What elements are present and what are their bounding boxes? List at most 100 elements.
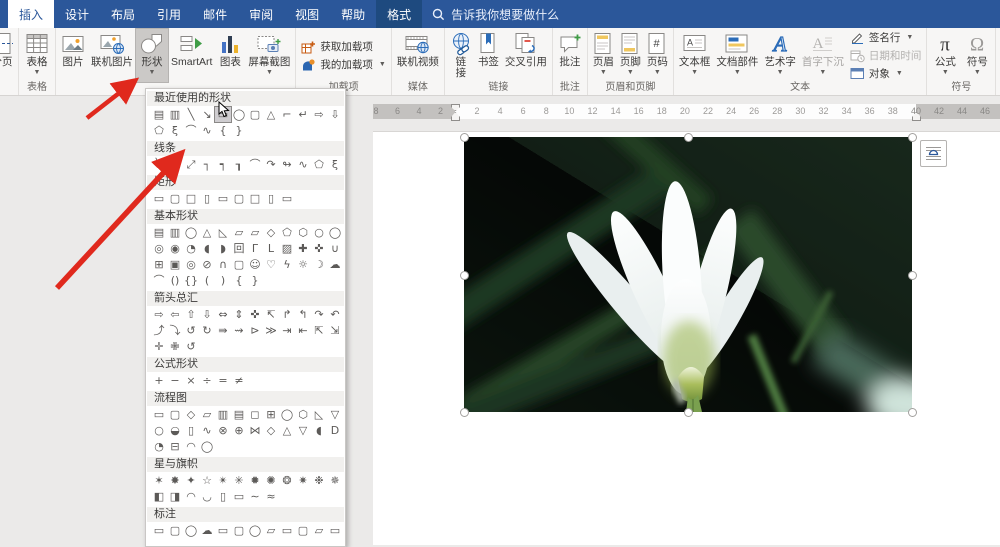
shape-item[interactable]: ϟ: [279, 257, 295, 272]
shape-item[interactable]: ⇦: [167, 307, 183, 322]
页码-button[interactable]: #页码▼: [644, 29, 671, 82]
shape-item[interactable]: Γ: [247, 241, 263, 256]
shape-item[interactable]: {}: [183, 273, 199, 288]
shape-item[interactable]: ▽: [295, 423, 311, 438]
shape-item[interactable]: ▯: [263, 191, 279, 206]
shape-item[interactable]: ☽: [311, 257, 327, 272]
shape-item[interactable]: ∿: [295, 157, 311, 172]
shape-item[interactable]: ⋈: [247, 423, 263, 438]
艺术字-button[interactable]: A艺术字▼: [761, 29, 799, 82]
shape-item[interactable]: ⬠: [311, 157, 327, 172]
shape-item[interactable]: ✴: [215, 473, 231, 488]
shape-item[interactable]: ◯: [279, 407, 295, 422]
tab-插入[interactable]: 插入: [8, 0, 54, 28]
shape-item[interactable]: ×: [183, 373, 199, 388]
shape-item[interactable]: ╲: [183, 107, 199, 122]
shape-item[interactable]: ○: [311, 225, 327, 240]
layout-options-button[interactable]: [920, 140, 947, 167]
shape-item[interactable]: ☁: [199, 523, 215, 538]
shape-item[interactable]: ↺: [183, 323, 199, 338]
shape-item[interactable]: L: [263, 241, 279, 256]
shape-item[interactable]: ▱: [199, 407, 215, 422]
shape-item[interactable]: ❂: [279, 473, 295, 488]
image-resize-handle[interactable]: [908, 271, 917, 280]
shape-item[interactable]: ◯: [231, 107, 247, 122]
我的加载项-button[interactable]: 我的加载项▼: [301, 57, 385, 72]
链接-button[interactable]: 链接: [447, 29, 475, 82]
shape-item[interactable]: ▤: [151, 225, 167, 240]
shape-item[interactable]: ↷: [311, 307, 327, 322]
shape-item[interactable]: ⤴: [151, 323, 167, 338]
shape-item[interactable]: −: [167, 373, 183, 388]
shape-item[interactable]: ▽: [327, 407, 343, 422]
shape-item[interactable]: ◯: [247, 523, 263, 538]
shape-item[interactable]: ◗: [215, 241, 231, 256]
shape-item[interactable]: ∿: [199, 123, 215, 138]
日期和时间-button[interactable]: 日期和时间: [850, 48, 922, 63]
shape-item[interactable]: ▨: [279, 241, 295, 256]
shape-item[interactable]: ⬡: [295, 407, 311, 422]
shape-item[interactable]: ◨: [167, 489, 183, 504]
shape-item[interactable]: ✷: [295, 473, 311, 488]
shape-item[interactable]: ≫: [263, 323, 279, 338]
shape-item[interactable]: ▯: [183, 423, 199, 438]
shape-item[interactable]: ∿: [199, 423, 215, 438]
shape-item[interactable]: ▯: [199, 191, 215, 206]
shape-item[interactable]: D: [327, 423, 343, 438]
shape-item[interactable]: ◠: [183, 439, 199, 454]
shape-item[interactable]: ▭: [151, 407, 167, 422]
shape-item[interactable]: ⬠: [151, 123, 167, 138]
shape-item[interactable]: ⇕: [231, 307, 247, 322]
shape-item[interactable]: △: [263, 107, 279, 122]
shape-item[interactable]: ▭: [215, 191, 231, 206]
shape-item[interactable]: ⊘: [199, 257, 215, 272]
shape-item[interactable]: ▢: [167, 191, 183, 206]
shape-item[interactable]: ⊞: [263, 407, 279, 422]
tab-引用[interactable]: 引用: [146, 0, 192, 28]
shape-item[interactable]: ⤵: [167, 323, 183, 338]
shape-item[interactable]: ↸: [263, 307, 279, 322]
对象-button[interactable]: 对象▼: [850, 66, 922, 81]
shape-item[interactable]: }: [231, 123, 247, 138]
图表-button[interactable]: 图表: [215, 29, 245, 82]
shape-item[interactable]: ✸: [167, 473, 183, 488]
shape-item[interactable]: ▢: [167, 523, 183, 538]
shape-item[interactable]: ▭: [215, 107, 231, 122]
联机视频-button[interactable]: 联机视频: [394, 29, 442, 82]
shape-item[interactable]: ▱: [263, 523, 279, 538]
shape-item[interactable]: ◻: [247, 407, 263, 422]
shape-item[interactable]: ✵: [327, 473, 343, 488]
shape-item[interactable]: ⊞: [151, 257, 167, 272]
shape-item[interactable]: ◇: [263, 225, 279, 240]
shape-item[interactable]: ▯: [215, 489, 231, 504]
交叉引用-button[interactable]: 交叉引用: [502, 29, 550, 82]
shape-item[interactable]: ○: [151, 423, 167, 438]
image-resize-handle[interactable]: [460, 271, 469, 280]
shape-item[interactable]: □: [247, 191, 263, 206]
image-resize-handle[interactable]: [684, 408, 693, 417]
shape-item[interactable]: ✚: [295, 241, 311, 256]
shape-item[interactable]: ↘: [199, 107, 215, 122]
tab-视图[interactable]: 视图: [284, 0, 330, 28]
shape-item[interactable]: ❉: [311, 473, 327, 488]
shape-item[interactable]: ÷: [199, 373, 215, 388]
shape-item[interactable]: ⇥: [279, 323, 295, 338]
页脚-button[interactable]: 页脚▼: [617, 29, 644, 82]
shape-item[interactable]: ✳: [231, 473, 247, 488]
shape-item[interactable]: ⇛: [215, 323, 231, 338]
shape-item[interactable]: ⇩: [199, 307, 215, 322]
shape-item[interactable]: ⇔: [215, 307, 231, 322]
shape-item[interactable]: ↵: [295, 107, 311, 122]
shape-item[interactable]: ╲: [151, 157, 167, 172]
shape-item[interactable]: {: [231, 273, 247, 288]
shape-item[interactable]: ∪: [327, 241, 343, 256]
shape-item[interactable]: 回: [231, 241, 247, 256]
shape-item[interactable]: ≠: [231, 373, 247, 388]
shape-item[interactable]: △: [279, 423, 295, 438]
image-resize-handle[interactable]: [460, 133, 469, 142]
shape-item[interactable]: ┒: [231, 157, 247, 172]
shape-item[interactable]: ✹: [247, 473, 263, 488]
shape-item[interactable]: ⇧: [183, 307, 199, 322]
shape-item[interactable]: ↶: [327, 307, 343, 322]
shape-item[interactable]: ⬡: [295, 225, 311, 240]
